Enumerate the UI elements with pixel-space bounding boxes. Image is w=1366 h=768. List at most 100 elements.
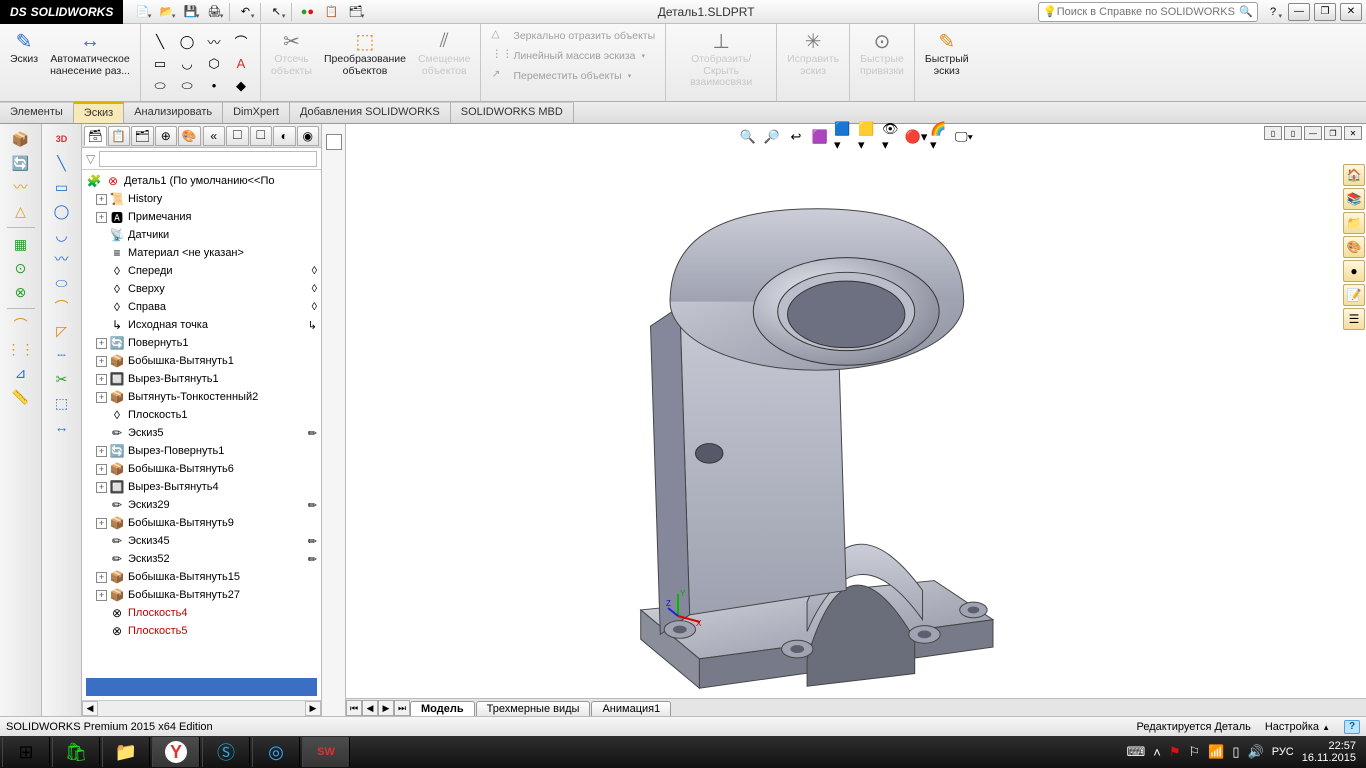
tree-node[interactable]: +📦Бобышка-Вытянуть27 [82, 586, 321, 604]
tree-tab-config[interactable]: 🗂 [131, 126, 154, 146]
loft-boss-button[interactable]: △ [5, 200, 37, 222]
apply-scene-button[interactable]: 🌈▾ [929, 127, 951, 147]
app-button[interactable]: ◎ [252, 737, 300, 767]
start-button[interactable]: ⊞ [2, 737, 50, 767]
tree-node[interactable]: ✏Эскиз29✏ [82, 496, 321, 514]
chevron-up-icon[interactable]: ˄ [1153, 745, 1161, 760]
offset-button[interactable]: ⫽ Смещение объектов [414, 26, 475, 79]
tree-node[interactable]: +🔲Вырез-Вытянуть1 [82, 370, 321, 388]
display-style-button[interactable]: 🟨▾ [857, 127, 879, 147]
tree-extra4[interactable]: ◉ [297, 126, 320, 146]
extrude-cut-button[interactable]: ▦ [5, 233, 37, 255]
help-search-input[interactable] [1057, 4, 1240, 20]
move-button[interactable]: ↗Переместить объекты▾ [487, 66, 635, 86]
linear-pattern-button[interactable]: ⋮⋮Линейный массив эскиза▾ [487, 46, 649, 66]
options-button[interactable]: 📋 [320, 2, 342, 22]
chamfer-sk-button[interactable]: ◸ [46, 320, 78, 342]
volume-icon[interactable]: 🔊 [1248, 744, 1264, 760]
fillet-sk-button[interactable]: ⌒ [46, 296, 78, 318]
circle-button[interactable]: ◯ [46, 200, 78, 222]
action-center-icon[interactable]: ⚐ [1189, 744, 1201, 760]
bottom-tab-3dviews[interactable]: Трехмерные виды [476, 701, 591, 716]
vp-min-button[interactable]: — [1304, 126, 1322, 140]
measure-button[interactable]: 📏 [5, 386, 37, 408]
tree-extra1[interactable]: 🞎 [226, 126, 249, 146]
plane-tool[interactable]: ◆ [228, 75, 254, 97]
graphics-viewport[interactable]: 🔍 🔎 ↩ 🟪 🟦▾ 🟨▾ 👁▾ 🔴▾ 🌈▾ 🖵▾ ▯ ▯ — ❐ ✕ 🏠 📚 … [346, 124, 1366, 716]
fix-sketch-button[interactable]: ✳ Исправить эскиз [783, 26, 843, 79]
vp-tile-button[interactable]: ▯ [1264, 126, 1282, 140]
zoom-fit-button[interactable]: 🔍 [737, 127, 759, 147]
expand-toggle[interactable]: + [96, 482, 107, 493]
expand-toggle[interactable]: + [96, 572, 107, 583]
section-view-button[interactable]: 🟪 [809, 127, 831, 147]
tree-node[interactable]: ↳Исходная точка↳ [82, 316, 321, 334]
line-tool[interactable]: ╲ [147, 31, 173, 53]
ellipse-tool[interactable]: ⬭ [174, 75, 200, 97]
pattern-button[interactable]: ⋮⋮ [5, 338, 37, 360]
tree-node[interactable]: ⊗Плоскость4 [82, 604, 321, 622]
3d-sketch-button[interactable]: 3D [46, 128, 78, 150]
help-button[interactable]: ? [1262, 2, 1284, 22]
tree-extra3[interactable]: ◐ [273, 126, 296, 146]
trim-button[interactable]: ✂ Отсечь объекты [267, 26, 316, 79]
tree-node[interactable]: +📦Бобышка-Вытянуть1 [82, 352, 321, 370]
tree-node[interactable]: +🅰Примечания [82, 208, 321, 226]
zoom-area-button[interactable]: 🔎 [761, 127, 783, 147]
arc-tool[interactable]: ◡ [174, 53, 200, 75]
revolve-boss-button[interactable]: 🔄 [5, 152, 37, 174]
tree-node[interactable]: ◊Спереди◊ [82, 262, 321, 280]
explorer-button[interactable]: 📁 [102, 737, 150, 767]
sweep-boss-button[interactable]: 〰 [5, 176, 37, 198]
task-item[interactable] [326, 134, 342, 150]
sketch-button[interactable]: ✎ Эскиз [6, 26, 42, 79]
trim-sk-button[interactable]: ✂ [46, 368, 78, 390]
rebuild-button[interactable]: ●● [296, 2, 318, 22]
slot-tool[interactable]: ⬭ [147, 75, 173, 97]
model-canvas[interactable] [346, 150, 1366, 698]
expand-toggle[interactable]: + [96, 590, 107, 601]
centerline-button[interactable]: ┄ [46, 344, 78, 366]
expand-toggle[interactable]: + [96, 212, 107, 223]
store-button[interactable]: 🛍 [52, 737, 100, 767]
tree-node[interactable]: +📦Бобышка-Вытянуть9 [82, 514, 321, 532]
vp-close-button[interactable]: ✕ [1344, 126, 1362, 140]
print-button[interactable]: 🖨 [203, 2, 225, 22]
expand-toggle[interactable]: + [96, 338, 107, 349]
mirror-button[interactable]: △Зеркально отразить объекты [487, 26, 659, 46]
minimize-button[interactable]: — [1288, 3, 1310, 21]
vp-tile2-button[interactable]: ▯ [1284, 126, 1302, 140]
view-settings-button[interactable]: 🖵▾ [953, 127, 975, 147]
expand-toggle[interactable]: + [96, 446, 107, 457]
tree-node[interactable]: ◊Плоскость1 [82, 406, 321, 424]
language-indicator[interactable]: РУС [1272, 746, 1294, 758]
scroll-track[interactable] [98, 701, 305, 716]
edit-appearance-button[interactable]: 🔴▾ [905, 127, 927, 147]
undo-button[interactable]: ↶ [234, 2, 256, 22]
show-relations-button[interactable]: ⊥ Отобразить/Скрыть взаимосвязи [672, 26, 770, 91]
expand-toggle[interactable]: + [96, 392, 107, 403]
search-icon[interactable]: 🔍 [1239, 5, 1253, 18]
expand-toggle[interactable]: + [96, 374, 107, 385]
prev-view-button[interactable]: ↩ [785, 127, 807, 147]
tree-node[interactable]: ◊Справа◊ [82, 298, 321, 316]
tree-collapse-button[interactable]: « [203, 126, 226, 146]
status-custom[interactable]: Настройка ▲ [1265, 721, 1330, 733]
vp-max-button[interactable]: ❐ [1324, 126, 1342, 140]
tree-node[interactable]: +📦Бобышка-Вытянуть15 [82, 568, 321, 586]
convert-button[interactable]: ⬚ Преобразование объектов [320, 26, 410, 79]
skype-button[interactable]: Ⓢ [202, 737, 250, 767]
tree-node[interactable]: +📦Бобышка-Вытянуть6 [82, 460, 321, 478]
rectangle-tool[interactable]: ▭ [147, 53, 173, 75]
view-orientation-button[interactable]: 🟦▾ [833, 127, 855, 147]
solidworks-task-button[interactable]: SW [302, 737, 350, 767]
dimension-button[interactable]: ↔ [46, 416, 78, 438]
text-tool[interactable]: A [228, 53, 254, 75]
spline-tool[interactable]: 〰 [201, 31, 227, 53]
tree-extra2[interactable]: 🞎 [250, 126, 273, 146]
tree-root[interactable]: 🧩 ⊗ Деталь1 (По умолчанию<<По [82, 172, 321, 190]
tree-node[interactable]: +🔄Повернуть1 [82, 334, 321, 352]
quick-snaps-button[interactable]: ⊙ Быстрые привязки [856, 26, 908, 79]
open-file-button[interactable]: 📂 [155, 2, 177, 22]
clock[interactable]: 22:57 16.11.2015 [1302, 740, 1356, 764]
